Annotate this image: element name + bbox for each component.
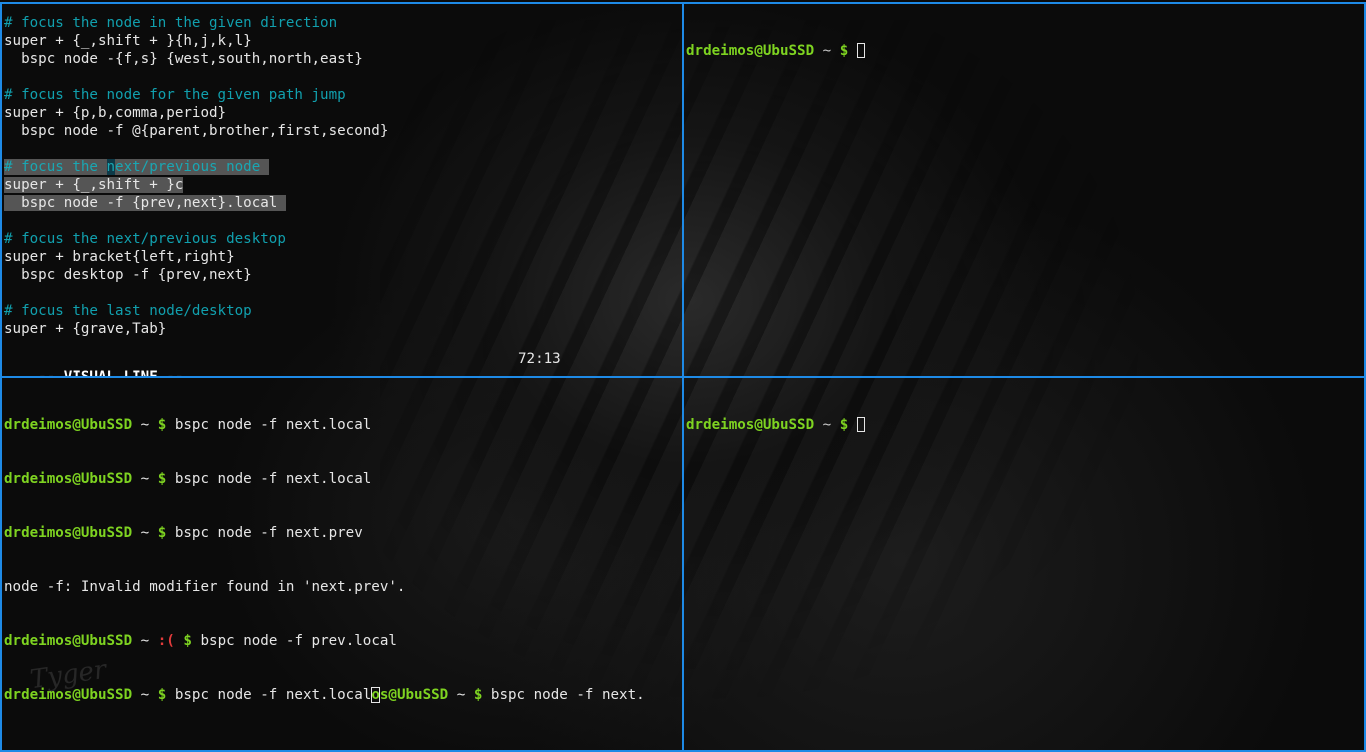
shell-error-line: node -f: Invalid modifier found in 'next… xyxy=(4,579,406,595)
config-code-line: bspc node -{f,s} {west,south,north,east} xyxy=(4,51,363,67)
terminal-window-editor[interactable]: # focus the node in the given direction s… xyxy=(0,2,684,378)
shell-line: drdeimos@UbuSSD ~ $ bspc node -f next.lo… xyxy=(4,471,372,487)
shell-output[interactable]: drdeimos@UbuSSD ~ $ bspc node -f next.lo… xyxy=(4,380,680,740)
shell-line: drdeimos@UbuSSD ~ $ bspc node -f next.lo… xyxy=(4,417,372,433)
config-blank-line xyxy=(4,140,680,158)
terminal-window-bottom-left[interactable]: drdeimos@UbuSSD ~ $ bspc node -f next.lo… xyxy=(0,376,684,752)
shell-line-current: drdeimos@UbuSSD ~ $ bspc node -f next.lo… xyxy=(4,687,645,703)
config-code-line: bspc desktop -f {prev,next} xyxy=(4,267,252,283)
config-comment-line-selected: # focus the next/previous node xyxy=(4,159,269,175)
config-code-line: super + {grave,Tab} xyxy=(4,321,167,337)
prompt-user: drdeimos@UbuSSD xyxy=(686,417,815,433)
terminal-window-top-right[interactable]: drdeimos@UbuSSD ~ $ xyxy=(682,2,1366,378)
config-blank-line xyxy=(4,68,680,86)
vim-statusline: -- VISUAL LINE -- 72:13 xyxy=(4,350,680,376)
terminal-window-bottom-right[interactable]: drdeimos@UbuSSD ~ $ xyxy=(682,376,1366,752)
prompt-user: drdeimos@UbuSSD xyxy=(686,43,815,59)
sxhkd-config-buffer[interactable]: # focus the node in the given direction s… xyxy=(4,14,680,338)
config-code-line: super + bracket{left,right} xyxy=(4,249,235,265)
cursor-position: 72:13 xyxy=(518,351,561,367)
shell-prompt-line[interactable]: drdeimos@UbuSSD ~ $ xyxy=(686,380,1362,470)
shell-line: drdeimos@UbuSSD ~ :( $ bspc node -f prev… xyxy=(4,633,397,649)
shell-prompt-line[interactable]: drdeimos@UbuSSD ~ $ xyxy=(686,6,1362,96)
config-comment-line: # focus the node in the given direction xyxy=(4,15,338,31)
config-blank-line xyxy=(4,212,680,230)
config-comment-line: # focus the next/previous desktop xyxy=(4,231,286,247)
config-code-line-selected: bspc node -f {prev,next}.local xyxy=(4,195,286,211)
text-cursor: o xyxy=(371,687,380,703)
config-blank-line xyxy=(4,284,680,302)
prompt-cwd: ~ xyxy=(822,43,832,59)
config-comment-line: # focus the last node/desktop xyxy=(4,303,252,319)
text-cursor: n xyxy=(106,159,116,175)
config-code-line-selected: super + {_,shift + }c xyxy=(4,177,184,193)
error-status-indicator: :( xyxy=(157,633,175,649)
config-code-line: bspc node -f @{parent,brother,first,seco… xyxy=(4,123,389,139)
text-cursor xyxy=(856,417,865,432)
config-code-line: super + {_,shift + }{h,j,k,l} xyxy=(4,33,252,49)
shell-line: drdeimos@UbuSSD ~ $ bspc node -f next.pr… xyxy=(4,525,363,541)
config-code-line: super + {p,b,comma,period} xyxy=(4,105,227,121)
prompt-cwd: ~ xyxy=(822,417,832,433)
text-cursor xyxy=(856,43,865,58)
config-comment-line: # focus the node for the given path jump xyxy=(4,87,346,103)
